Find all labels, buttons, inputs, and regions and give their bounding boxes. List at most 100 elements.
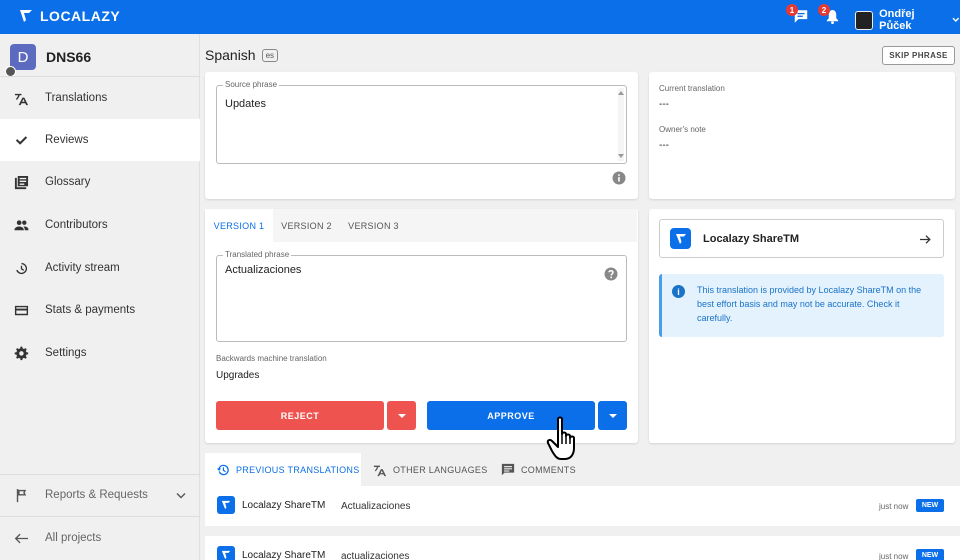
sharetm-info-text: This translation is provided by Localazy… [697, 285, 922, 323]
list-item[interactable]: Localazy ShareTM actualizaciones just no… [205, 536, 960, 560]
translated-phrase-value: Actualizaciones [225, 264, 302, 276]
sidebar-item-contributors[interactable]: Contributors [0, 204, 200, 246]
backwards-translation-label: Backwards machine translation [216, 354, 327, 363]
sharetm-info-alert: i This translation is provided by Locala… [659, 274, 944, 337]
history-text: actualizaciones [341, 551, 410, 560]
project-name: DNS66 [46, 49, 92, 65]
tab-previous-translations[interactable]: PREVIOUS TRANSLATIONS [205, 453, 361, 486]
translate-icon [14, 93, 29, 105]
card-icon [14, 305, 29, 315]
tab-version-2[interactable]: VERSION 2 [273, 209, 340, 242]
sidebar-item-label: Reviews [45, 134, 89, 146]
sidebar-item-label: Activity stream [45, 262, 120, 274]
history-icon [216, 464, 229, 475]
current-translation-label: Current translation [659, 84, 725, 93]
sidebar-item-translations[interactable]: Translations [0, 77, 200, 119]
sidebar-item-activity-stream[interactable]: Activity stream [0, 247, 200, 289]
scroll-down-arrow[interactable] [618, 154, 624, 158]
project-header[interactable]: D DNS66 [5, 44, 92, 77]
version-tabs: VERSION 1 VERSION 2 VERSION 3 [205, 209, 637, 242]
source-phrase-value: Updates [225, 98, 266, 110]
sidebar-item-stats-payments[interactable]: Stats & payments [0, 289, 200, 331]
page-title: Spanish es [205, 47, 279, 63]
sidebar-item-label: All projects [45, 532, 102, 544]
messages-button[interactable]: 1 [786, 4, 811, 25]
brand-name: LOCALAZY [40, 8, 121, 24]
avatar [855, 10, 874, 30]
translation-card: VERSION 1 VERSION 2 VERSION 3 Translated… [205, 209, 638, 443]
people-icon [14, 219, 29, 230]
tab-label: PREVIOUS TRANSLATIONS [236, 464, 360, 475]
translated-phrase-field[interactable]: Translated phrase Actualizaciones [216, 250, 627, 342]
tab-other-languages[interactable]: OTHER LANGUAGES [373, 453, 493, 486]
source-card: Source phrase Updates [205, 72, 638, 199]
list-item[interactable]: Localazy ShareTM Actualizaciones just no… [205, 486, 960, 526]
arrow-right-icon [920, 235, 931, 244]
history-source: Localazy ShareTM [242, 550, 326, 560]
notifications-badge: 2 [818, 4, 830, 16]
localazy-icon [217, 496, 235, 514]
tab-label: OTHER LANGUAGES [393, 464, 488, 475]
gear-icon [14, 346, 29, 360]
project-initial: D [17, 48, 29, 66]
sharetm-title: Localazy ShareTM [703, 232, 799, 245]
caret-down-icon [608, 413, 617, 418]
tab-version-3[interactable]: VERSION 3 [340, 209, 407, 242]
localazy-icon [670, 228, 691, 249]
owners-note-value: --- [659, 140, 669, 151]
sidebar: D DNS66 Translations Reviews Glossary Co… [0, 34, 200, 560]
flag-icon [16, 488, 27, 502]
history-source: Localazy ShareTM [242, 500, 326, 511]
notifications-button[interactable]: 2 [818, 4, 843, 25]
hand-cursor-icon [546, 416, 575, 460]
sidebar-item-label: Reports & Requests [45, 489, 148, 501]
sharetm-suggestion[interactable]: Localazy ShareTM [659, 219, 944, 258]
sidebar-item-reports-requests[interactable]: Reports & Requests [0, 474, 200, 516]
scrollbar[interactable] [618, 88, 624, 161]
translate-icon [373, 465, 387, 476]
chevron-down-icon [952, 17, 960, 22]
sidebar-item-label: Stats & payments [45, 304, 136, 316]
new-badge: NEW [916, 499, 944, 512]
tab-label: COMMENTS [521, 464, 576, 475]
reject-button[interactable]: REJECT [216, 401, 384, 430]
sidebar-item-glossary[interactable]: Glossary [0, 161, 200, 203]
caret-down-icon [397, 413, 406, 418]
tab-version-1[interactable]: VERSION 1 [205, 209, 273, 242]
project-avatar: D [5, 44, 36, 77]
source-phrase-field[interactable]: Source phrase Updates [216, 80, 627, 164]
user-menu[interactable]: Ondřej Půček [855, 8, 960, 32]
sidebar-item-label: Contributors [45, 219, 108, 231]
info-icon: i [672, 285, 685, 298]
history-icon [16, 262, 28, 274]
messages-badge: 1 [786, 4, 798, 16]
sidebar-item-label: Glossary [45, 176, 91, 188]
localazy-logo-icon [20, 10, 32, 22]
sidebar-item-label: Settings [45, 347, 87, 359]
sidebar-item-all-projects[interactable]: All projects [0, 517, 200, 559]
language-name: Spanish [205, 47, 256, 63]
sidebar-item-label: Translations [45, 92, 108, 104]
info-icon[interactable] [612, 171, 626, 185]
skip-phrase-button[interactable]: SKIP PHRASE [882, 46, 955, 65]
history-time: just now [879, 502, 909, 511]
current-translation-card: Current translation --- Owner's note --- [649, 72, 955, 199]
reject-options-button[interactable] [387, 401, 416, 430]
owners-note-label: Owner's note [659, 125, 706, 134]
localazy-logo[interactable]: LOCALAZY [18, 8, 120, 24]
language-code-badge: es [261, 48, 279, 62]
scroll-up-arrow[interactable] [618, 91, 624, 95]
sharetm-card: Localazy ShareTM i This translation is p… [649, 209, 955, 443]
book-icon [14, 175, 29, 189]
localazy-icon [217, 546, 235, 560]
backwards-translation-value: Upgrades [216, 370, 260, 381]
approve-options-button[interactable] [598, 401, 627, 430]
user-name: Ondřej Půček [879, 8, 915, 32]
help-icon[interactable] [604, 267, 618, 281]
sidebar-item-reviews[interactable]: Reviews [0, 119, 200, 161]
top-bar: LOCALAZY 1 2 Ondřej Půček [0, 0, 960, 34]
arrow-left-icon [14, 533, 29, 543]
current-translation-value: --- [659, 99, 669, 110]
sidebar-item-settings[interactable]: Settings [0, 332, 200, 374]
history-text: Actualizaciones [341, 501, 411, 512]
